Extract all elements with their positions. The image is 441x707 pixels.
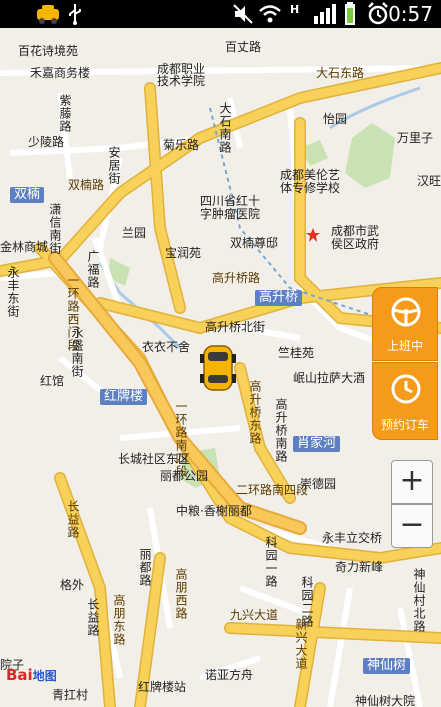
map-label: 百花诗境苑 — [18, 44, 79, 58]
map-label: 岷山拉萨大酒 — [293, 371, 366, 385]
map-label: 菊乐路 — [163, 138, 200, 152]
map-label: 广福路 — [86, 250, 100, 289]
map-label: 青扛村 — [52, 688, 89, 702]
landmark-badge[interactable]: 神仙树 — [363, 658, 411, 674]
map-label: 金林商城 — [0, 240, 49, 254]
map-label: 长益路 — [86, 598, 100, 637]
map-label: 神仙村北路 — [412, 568, 426, 633]
zoom-in-button[interactable]: + — [391, 460, 433, 504]
map-label: 兰园 — [122, 226, 147, 240]
commute-label: 上班中 — [386, 339, 423, 353]
map-label: 安居街 — [107, 146, 121, 185]
map-label: 科园一路 — [264, 536, 278, 588]
map-label: 技术学院 — [157, 74, 206, 88]
map-label: 长城社区东区 — [118, 452, 191, 466]
battery-icon — [345, 2, 355, 25]
map-label: 四川省红十 — [200, 194, 261, 208]
map-label: 万里子 — [397, 131, 434, 145]
map-label: 高升桥东路 — [248, 380, 262, 445]
map-label: 侯区政府 — [331, 237, 380, 251]
government-star-icon — [306, 228, 320, 242]
map-label: 字肿瘤医院 — [200, 207, 261, 221]
alarm-icon — [368, 2, 388, 25]
map-label: 中粮·香榭丽都 — [176, 504, 252, 518]
signal-icon — [314, 4, 336, 24]
map-label: 高升桥南路 — [274, 398, 288, 463]
map-label: 诺亚方舟 — [205, 668, 254, 682]
map-label: 长益路 — [66, 500, 80, 539]
map-label: 丽都公园 — [160, 469, 209, 483]
map-label: 高升桥北街 — [205, 320, 266, 334]
schedule-booking-label: 预约订车 — [380, 418, 429, 432]
map-label: 九兴大道 — [230, 608, 279, 622]
map-label: 大石东路 — [316, 66, 365, 80]
map-label: 奇力新峰 — [335, 560, 384, 574]
landmark-badge[interactable]: 肖家河 — [293, 436, 341, 452]
mute-icon — [233, 4, 253, 24]
map-label: 永丰东街 — [6, 266, 20, 318]
map-label: 潇信南街 — [48, 203, 62, 255]
map-label: 怡园 — [323, 112, 348, 126]
clock-icon — [391, 374, 421, 404]
map-label: 双楠路 — [68, 178, 105, 192]
map-label: 大石南路 — [218, 102, 232, 154]
svg-text:H: H — [290, 3, 299, 16]
map-label: 百丈路 — [225, 40, 262, 54]
map-label: 双楠尊邸 — [230, 236, 279, 250]
map-label: 红馆 — [40, 374, 65, 388]
map-label: 永丰立交桥 — [322, 531, 383, 545]
commute-button[interactable]: 上班中 — [372, 287, 438, 361]
zoom-out-button[interactable]: − — [391, 504, 433, 548]
map-label: 一环路南四段 — [174, 400, 188, 478]
clock: 0:57 — [388, 2, 433, 26]
map-label: 成都美伦艺 — [280, 168, 341, 182]
taxi-app-icon — [37, 5, 59, 24]
map-label: 高朋西路 — [174, 568, 188, 620]
wifi-icon — [259, 5, 281, 23]
map-label: 高朋东路 — [112, 594, 126, 646]
map-label: 衣衣不舍 — [142, 340, 191, 354]
map-label: 禾嘉商务楼 — [30, 66, 91, 80]
map-label: 宝润苑 — [165, 246, 202, 260]
steering-wheel-icon — [391, 297, 421, 327]
map-label: 格外 — [60, 578, 85, 592]
map-label: 新兴大道 — [294, 618, 308, 670]
map-label: 永盛南街 — [70, 326, 84, 378]
usb-icon — [69, 4, 81, 25]
map-label: 高升桥路 — [212, 271, 261, 285]
map-label: 神仙树大院 — [355, 694, 416, 707]
map-label: 成都市武 — [331, 224, 380, 238]
hspa-icon: H — [290, 3, 299, 16]
schedule-booking-button[interactable]: 预约订车 — [372, 362, 438, 440]
map-label: 少陵路 — [28, 135, 65, 149]
map-label: 紫藤路 — [58, 94, 72, 133]
map-label: 体专修学校 — [280, 181, 341, 195]
map-logo: Bai地图 — [6, 666, 57, 684]
map-label: 红牌楼站 — [138, 680, 187, 694]
taxi-location-icon[interactable] — [198, 340, 238, 396]
map-label: 丽都路 — [138, 548, 152, 587]
landmark-badge[interactable]: 高升桥 — [255, 290, 303, 306]
landmark-badge[interactable]: 红牌楼 — [100, 389, 148, 405]
map-label: 竺桂苑 — [278, 346, 315, 360]
status-bar: H 0:57 — [0, 0, 441, 28]
map-label: 二环路南四段 — [236, 483, 309, 497]
landmark-badge[interactable]: 双楠 — [10, 187, 45, 203]
map-label: 汉旺 — [417, 174, 441, 188]
